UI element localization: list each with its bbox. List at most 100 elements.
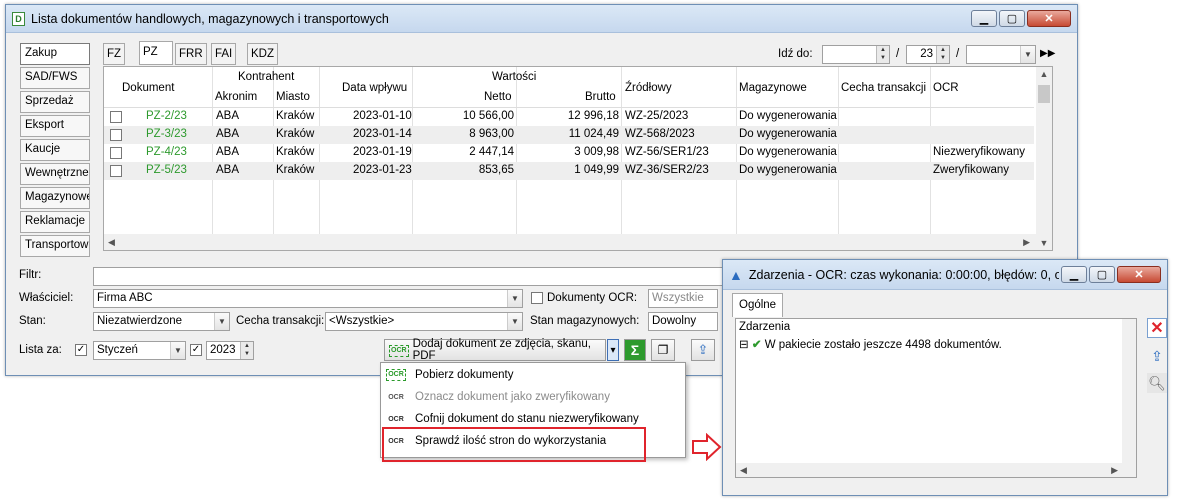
- export-icon[interactable]: ⇪: [1147, 346, 1167, 366]
- ocr-undo-icon: OCR: [388, 415, 404, 423]
- rok-input[interactable]: 2023 ▲ ▼: [206, 341, 254, 360]
- arrow-right-icon: [692, 433, 722, 461]
- dokumenty-ocr-checkbox[interactable]: [531, 292, 543, 304]
- table-row[interactable]: PZ-5/23 ABA Kraków 2023-01-23 853,65 1 0…: [104, 162, 1034, 180]
- sidebar-item-sprzedaz[interactable]: Sprzedaż: [20, 91, 90, 113]
- stan-mag-select[interactable]: Dowolny: [648, 312, 718, 331]
- sidebar-item-magazynowe[interactable]: Magazynowe: [20, 187, 90, 209]
- scroll-right-icon[interactable]: ▶: [1023, 237, 1030, 248]
- tab-kdz[interactable]: KDZ: [247, 43, 278, 65]
- copy-document-icon[interactable]: ❐: [651, 339, 675, 361]
- col-data[interactable]: Data wpływu: [342, 82, 407, 94]
- row-checkbox[interactable]: [110, 147, 122, 159]
- sidebar-item-reklamacje[interactable]: Reklamacje: [20, 211, 90, 233]
- netto: 8 963,00: [469, 128, 514, 140]
- row-checkbox[interactable]: [110, 165, 122, 177]
- table-row[interactable]: PZ-3/23 ABA Kraków 2023-01-14 8 963,00 1…: [104, 126, 1034, 144]
- col-cecha[interactable]: Cecha transakcji: [841, 82, 926, 94]
- col-dokument[interactable]: Dokument: [122, 82, 174, 94]
- goto-day-input[interactable]: ▲ ▼: [822, 45, 890, 64]
- scroll-down-icon[interactable]: ▼: [1040, 238, 1049, 248]
- sidebar-item-sad-fws[interactable]: SAD/FWS: [20, 67, 90, 89]
- cecha-select[interactable]: <Wszystkie> ▼: [325, 312, 523, 331]
- wlasciciel-select[interactable]: Firma ABC ▼: [93, 289, 523, 308]
- col-ocr[interactable]: OCR: [933, 82, 959, 94]
- table-row[interactable]: PZ-2/23 ABA Kraków 2023-01-10 10 566,00 …: [104, 108, 1034, 126]
- export-icon[interactable]: ⇪: [691, 339, 715, 361]
- col-netto[interactable]: Netto: [484, 91, 512, 103]
- lista-za-checkbox[interactable]: ✓: [75, 344, 87, 356]
- minimize-button[interactable]: ▁: [971, 10, 997, 27]
- close-button[interactable]: ✕: [1027, 10, 1071, 27]
- events-vertical-scrollbar[interactable]: [1122, 319, 1136, 463]
- scroll-left-icon[interactable]: ◀: [108, 237, 115, 248]
- stan-label: Stan:: [19, 315, 46, 327]
- netto: 10 566,00: [462, 110, 514, 122]
- tree-collapse-icon[interactable]: ⊟: [739, 339, 749, 351]
- miesiac-select[interactable]: Styczeń ▼: [93, 341, 186, 360]
- add-doc-from-scan-button[interactable]: OCR Dodaj dokument ze zdjęcia, skanu, PD…: [384, 338, 606, 362]
- miasto: Kraków: [276, 110, 315, 122]
- events-minimize-button[interactable]: ▁: [1061, 266, 1087, 283]
- scroll-right-icon[interactable]: ▶: [1111, 465, 1118, 476]
- col-akronim[interactable]: Akronim: [215, 91, 257, 103]
- table-row[interactable]: PZ-4/23 ABA Kraków 2023-01-19 2 447,14 3…: [104, 144, 1034, 162]
- scroll-thumb[interactable]: [1038, 85, 1050, 103]
- sidebar-item-transportowe[interactable]: Transportowe: [20, 235, 90, 257]
- tab-fz[interactable]: FZ: [103, 43, 126, 65]
- events-list: Zdarzenia ⊟ ✔ W pakiecie zostało jeszcze…: [735, 318, 1137, 478]
- goto-year-select[interactable]: ▼: [966, 45, 1036, 64]
- horizontal-scrollbar[interactable]: ◀ ▶: [104, 234, 1036, 250]
- sidebar-item-eksport[interactable]: Eksport: [20, 115, 90, 137]
- netto: 2 447,14: [469, 146, 514, 158]
- col-wartosci: Wartości: [492, 71, 537, 83]
- magazynowe: Do wygenerowania: [739, 164, 837, 176]
- search-icon[interactable]: 🔍︎: [1147, 373, 1167, 393]
- goto-month-input[interactable]: 23 ▲ ▼: [906, 45, 950, 64]
- menu-item-oznacz-zweryfikowany[interactable]: OCR Oznacz dokument jako zweryfikowany: [381, 386, 685, 408]
- scroll-left-icon[interactable]: ◀: [740, 465, 747, 476]
- tab-fai[interactable]: FAI: [211, 43, 237, 65]
- row-checkbox[interactable]: [110, 111, 122, 123]
- brutto: 12 996,18: [567, 110, 619, 122]
- scroll-up-icon[interactable]: ▲: [1040, 69, 1049, 79]
- akronim: ABA: [216, 146, 240, 158]
- sum-icon[interactable]: Σ: [624, 339, 646, 361]
- dokumenty-ocr-label: Dokumenty OCR:: [547, 292, 638, 304]
- wlasciciel-label: Właściciel:: [19, 292, 74, 304]
- maximize-button[interactable]: ▢: [999, 10, 1025, 27]
- sidebar-item-wewnetrzne[interactable]: Wewnętrzne: [20, 163, 90, 185]
- delete-icon[interactable]: ✕: [1147, 318, 1167, 338]
- ocr-icon: OCR: [389, 343, 409, 357]
- rok-checkbox[interactable]: ✓: [190, 344, 202, 356]
- row-checkbox[interactable]: [110, 129, 122, 141]
- event-item[interactable]: ⊟ ✔ W pakiecie zostało jeszcze 4498 doku…: [739, 337, 1002, 351]
- tab-frr[interactable]: FRR: [175, 43, 207, 65]
- events-header: Zdarzenia: [739, 321, 791, 333]
- highlight-box: [382, 427, 646, 462]
- brutto: 11 024,49: [568, 128, 619, 140]
- dokumenty-ocr-select[interactable]: Wszystkie: [648, 289, 718, 308]
- col-zrodlowy[interactable]: Źródłowy: [625, 82, 672, 94]
- events-horizontal-scrollbar[interactable]: ◀ ▶: [736, 463, 1136, 477]
- events-window-title: Zdarzenia - OCR: czas wykonania: 0:00:00…: [748, 267, 1059, 282]
- sidebar-item-kaucje[interactable]: Kaucje: [20, 139, 90, 161]
- stan-select[interactable]: Niezatwierdzone ▼: [93, 312, 230, 331]
- tab-pz[interactable]: PZ: [139, 41, 173, 65]
- vertical-scrollbar[interactable]: ▲ ▼: [1036, 67, 1052, 250]
- stan-mag-label: Stan magazynowych:: [530, 315, 640, 327]
- col-brutto[interactable]: Brutto: [585, 91, 616, 103]
- events-maximize-button[interactable]: ▢: [1089, 266, 1115, 283]
- col-miasto[interactable]: Miasto: [276, 91, 310, 103]
- tab-ogolne[interactable]: Ogólne: [732, 293, 784, 317]
- doc-number: PZ-2/23: [146, 110, 187, 122]
- goto-go-icon[interactable]: ▶▶: [1040, 48, 1055, 59]
- sidebar-item-zakup[interactable]: Zakup: [20, 43, 90, 65]
- menu-item-pobierz[interactable]: OCR Pobierz dokumenty: [381, 364, 685, 386]
- col-kontrahent: Kontrahent: [238, 71, 295, 83]
- add-doc-dropdown-button[interactable]: ▾: [607, 339, 619, 361]
- akronim: ABA: [216, 128, 240, 140]
- events-close-button[interactable]: ✕: [1117, 266, 1161, 283]
- events-app-icon: ▲: [729, 266, 743, 283]
- col-magazynowe[interactable]: Magazynowe: [739, 82, 807, 94]
